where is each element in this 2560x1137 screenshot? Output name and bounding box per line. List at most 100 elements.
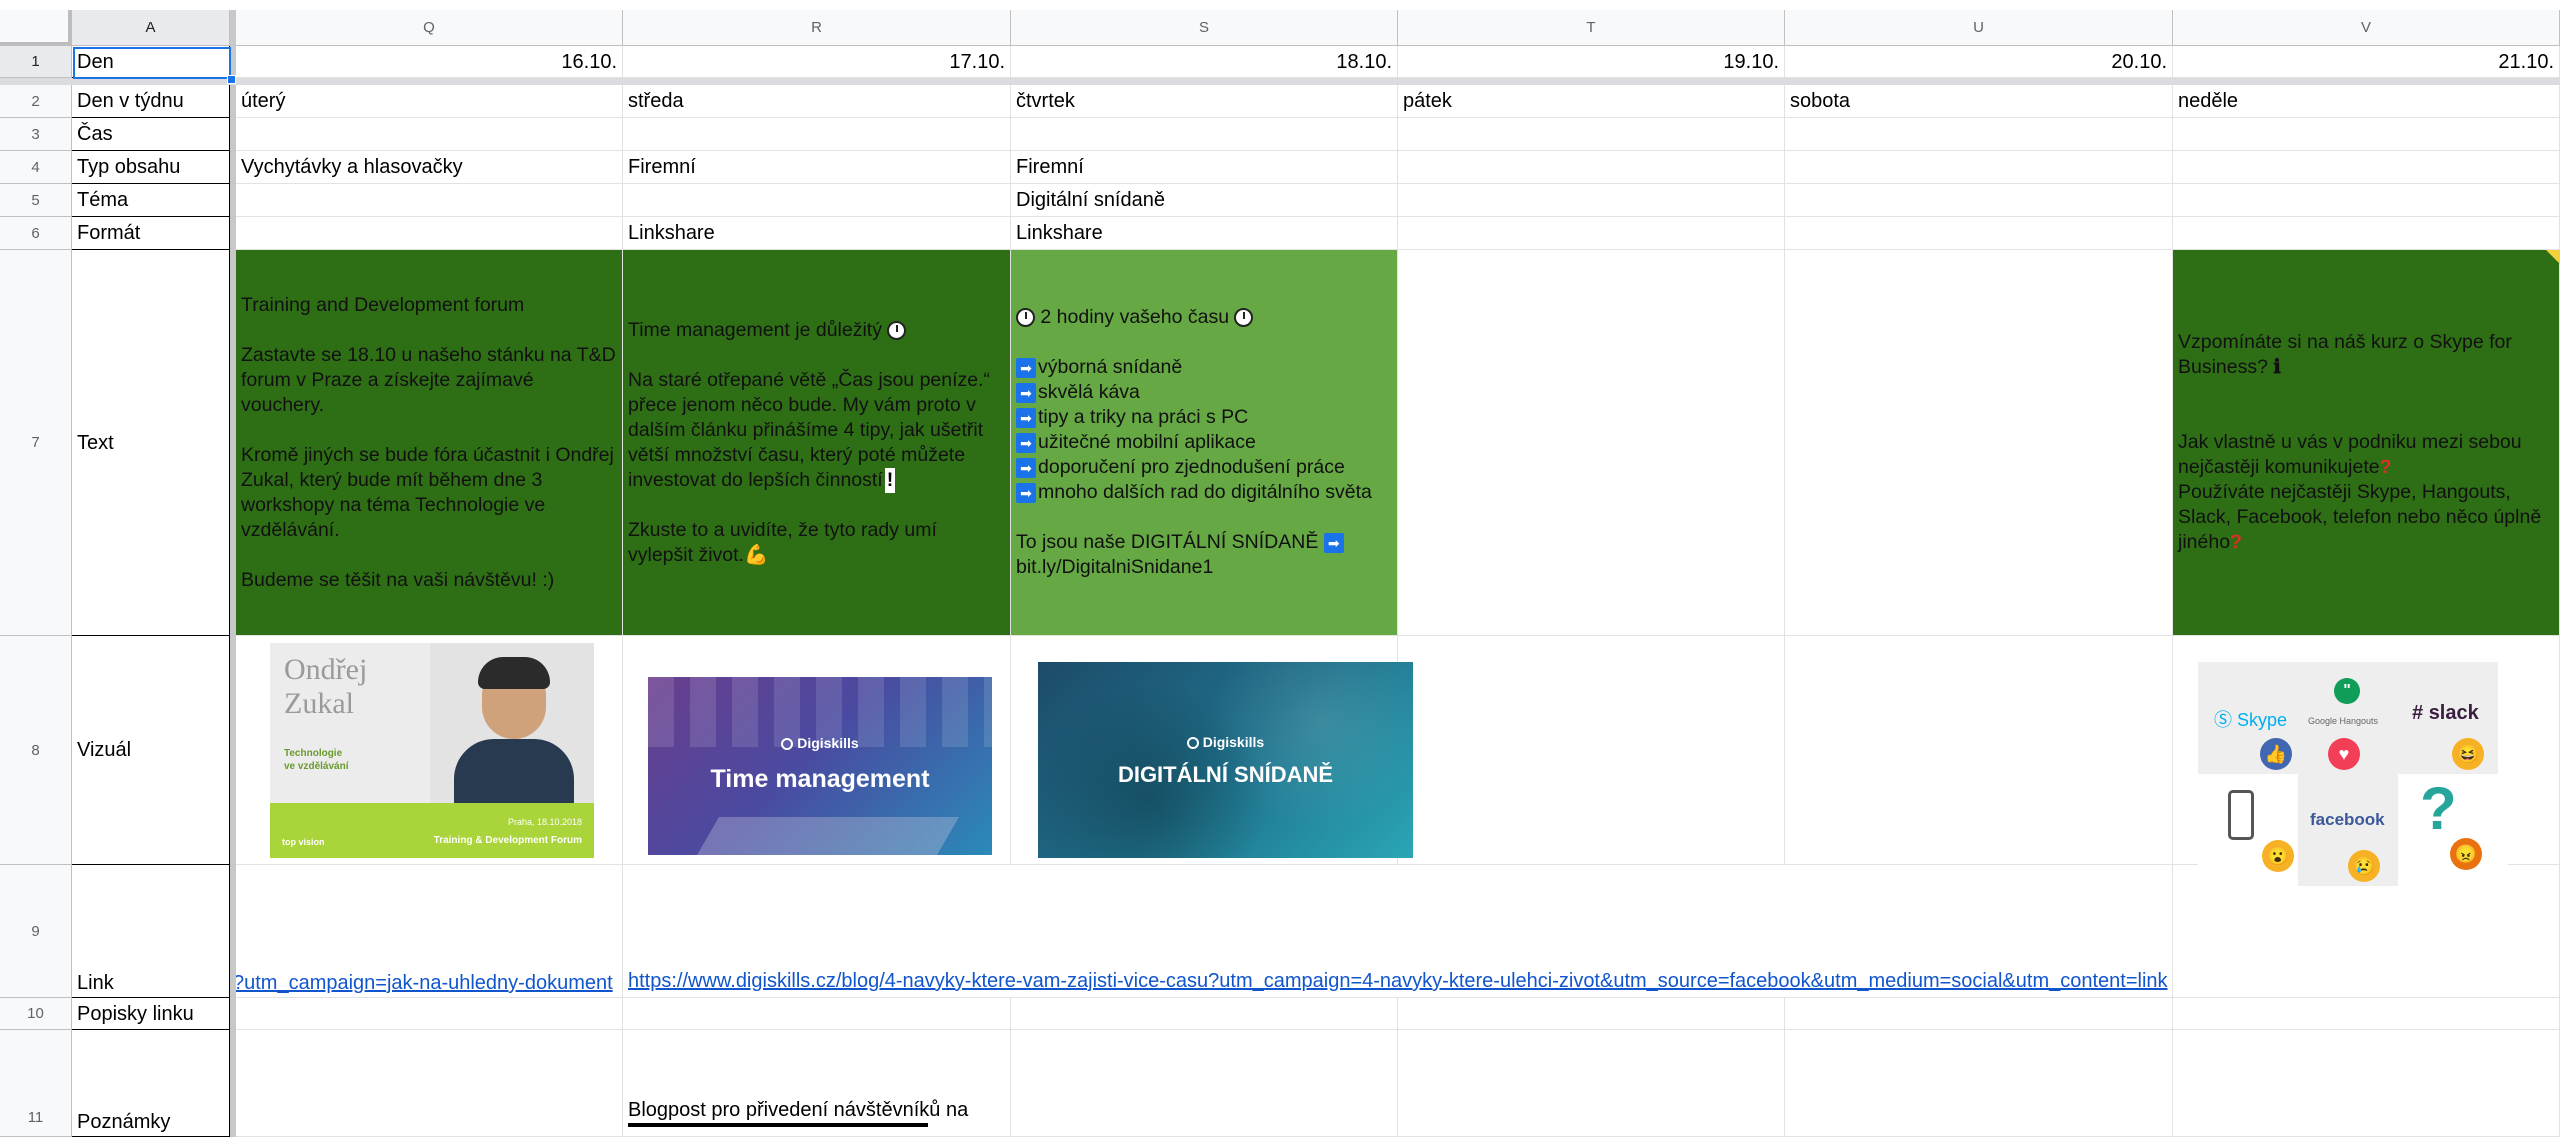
communication-apps-visual-image[interactable]: Ⓢ Skype 👍 " Google Hangouts ♥ # slack 😆 …	[2198, 660, 2508, 892]
cell-q6[interactable]	[236, 217, 623, 250]
cell-a11[interactable]: Poznámky	[72, 1030, 230, 1137]
cell-u5[interactable]	[1785, 184, 2173, 217]
cell-v7[interactable]: Vzpomínáte si na náš kurz o Skype for Bu…	[2173, 250, 2560, 636]
cell-u1[interactable]: 20.10.	[1785, 46, 2173, 78]
cell-a8[interactable]: Vizuál	[72, 636, 230, 865]
column-header-s[interactable]: S	[1011, 10, 1398, 46]
cell-a10[interactable]: Popisky linku	[72, 998, 230, 1030]
cell-q3[interactable]	[236, 118, 623, 151]
cell-q4[interactable]: Vychytávky a hlasovačky	[236, 151, 623, 184]
cell-v5[interactable]	[2173, 184, 2560, 217]
cell-s5[interactable]: Digitální snídaně	[1011, 184, 1398, 217]
column-header-v[interactable]: V	[2173, 10, 2560, 46]
cell-r7[interactable]: Time management je důležitý Na staré otř…	[623, 250, 1011, 636]
cell-r6[interactable]: Linkshare	[623, 217, 1011, 250]
row-header-8[interactable]: 8	[0, 636, 72, 865]
row-header-7[interactable]: 7	[0, 250, 72, 636]
row-header-4[interactable]: 4	[0, 151, 72, 184]
cell-t7[interactable]	[1398, 250, 1785, 636]
cell-v10[interactable]	[2173, 998, 2560, 1030]
cell-t6[interactable]	[1398, 217, 1785, 250]
cell-a4[interactable]: Typ obsahu	[72, 151, 230, 184]
cell-u7[interactable]	[1785, 250, 2173, 636]
row-header-3[interactable]: 3	[0, 118, 72, 151]
cell-s3[interactable]	[1011, 118, 1398, 151]
cell-r3[interactable]	[623, 118, 1011, 151]
cell-a7[interactable]: Text	[72, 250, 230, 636]
cell-r10[interactable]	[623, 998, 1011, 1030]
cell-u6[interactable]	[1785, 217, 2173, 250]
cell-q10[interactable]	[236, 998, 623, 1030]
cell-q5[interactable]	[236, 184, 623, 217]
cell-r11[interactable]: Blogpost pro přivedení návštěvníků na ▬▬…	[623, 1030, 1011, 1137]
cell-q1[interactable]: 16.10.	[236, 46, 623, 78]
link-r[interactable]: https://www.digiskills.cz/blog/4-navyky-…	[628, 970, 2168, 992]
row-header-11[interactable]: 11	[0, 1030, 72, 1137]
cell-s11[interactable]	[1011, 1030, 1398, 1137]
cell-q11[interactable]	[236, 1030, 623, 1137]
row-header-6[interactable]: 6	[0, 217, 72, 250]
row-header-5[interactable]: 5	[0, 184, 72, 217]
digitalni-snidane-visual-image[interactable]: Digiskills DIGITÁLNÍ SNÍDANĚ	[1038, 662, 1413, 858]
cell-u11[interactable]	[1785, 1030, 2173, 1137]
select-all-corner[interactable]	[0, 10, 72, 46]
frozen-row-divider[interactable]	[0, 78, 2560, 85]
cell-u8[interactable]	[1785, 636, 2173, 865]
cell-r2[interactable]: středa	[623, 85, 1011, 118]
cell-s2[interactable]: čtvrtek	[1011, 85, 1398, 118]
row-header-1[interactable]: 1	[0, 46, 72, 78]
speaker-visual-image[interactable]: Ondřej Zukal Technologie ve vzdělávání Pra…	[270, 643, 594, 858]
row-header-10[interactable]: 10	[0, 998, 72, 1030]
cell-q7[interactable]: Training and Development forum Zastavte …	[236, 250, 623, 636]
cell-u4[interactable]	[1785, 151, 2173, 184]
cell-s7[interactable]: 2 hodiny vašeho času ➡ výborná snídaně ➡ s…	[1011, 250, 1398, 636]
cell-v2[interactable]: neděle	[2173, 85, 2560, 118]
cell-v6[interactable]	[2173, 217, 2560, 250]
fill-handle[interactable]	[227, 75, 236, 84]
cell-s10[interactable]	[1011, 998, 1398, 1030]
cell-t8[interactable]	[1398, 636, 1785, 865]
row-header-2[interactable]: 2	[0, 85, 72, 118]
cell-t2[interactable]: pátek	[1398, 85, 1785, 118]
cell-q2[interactable]: úterý	[236, 85, 623, 118]
cell-s6[interactable]: Linkshare	[1011, 217, 1398, 250]
cell-t11[interactable]	[1398, 1030, 1785, 1137]
text-q-p1: Training and Development forum	[241, 293, 525, 316]
cell-r4[interactable]: Firemní	[623, 151, 1011, 184]
cell-u10[interactable]	[1785, 998, 2173, 1030]
cell-a3[interactable]: Čas	[72, 118, 230, 151]
cell-s1[interactable]: 18.10.	[1011, 46, 1398, 78]
cell-u2[interactable]: sobota	[1785, 85, 2173, 118]
clock-icon	[1016, 308, 1035, 328]
cell-t10[interactable]	[1398, 998, 1785, 1030]
cell-v11[interactable]	[2173, 1030, 2560, 1137]
cell-v1[interactable]: 21.10.	[2173, 46, 2560, 78]
cell-a9[interactable]: Link	[72, 865, 230, 998]
cell-t1[interactable]: 19.10.	[1398, 46, 1785, 78]
cell-r5[interactable]	[623, 184, 1011, 217]
column-header-u[interactable]: U	[1785, 10, 2173, 46]
row-header-9[interactable]: 9	[0, 865, 72, 998]
column-header-q[interactable]: Q	[236, 10, 623, 46]
cell-t4[interactable]	[1398, 151, 1785, 184]
cell-s4[interactable]: Firemní	[1011, 151, 1398, 184]
column-header-r[interactable]: R	[623, 10, 1011, 46]
column-header-t[interactable]: T	[1398, 10, 1785, 46]
hangouts-logo-icon: "	[2334, 678, 2360, 704]
cell-a5[interactable]: Téma	[72, 184, 230, 217]
cell-u3[interactable]	[1785, 118, 2173, 151]
cell-t3[interactable]	[1398, 118, 1785, 151]
cell-r1[interactable]: 17.10.	[623, 46, 1011, 78]
visual-title: DIGITÁLNÍ SNÍDANĚ	[1117, 762, 1334, 787]
link-q[interactable]: ?utm_campaign=jak-na-uhledny-dokument	[236, 971, 613, 995]
event-banner: Praha, 18.10.2018 Training & Development…	[270, 803, 594, 858]
cell-v3[interactable]	[2173, 118, 2560, 151]
cell-t5[interactable]	[1398, 184, 1785, 217]
cell-a2[interactable]: Den v týdnu	[72, 85, 230, 118]
cell-a6[interactable]: Formát	[72, 217, 230, 250]
cell-q9[interactable]: ?utm_campaign=jak-na-uhledny-dokument	[236, 865, 623, 998]
cell-v4[interactable]	[2173, 151, 2560, 184]
time-management-visual-image[interactable]: Digiskills Time management	[648, 677, 992, 855]
column-header-a[interactable]: A	[72, 10, 230, 46]
comment-indicator-icon[interactable]	[2546, 250, 2560, 264]
